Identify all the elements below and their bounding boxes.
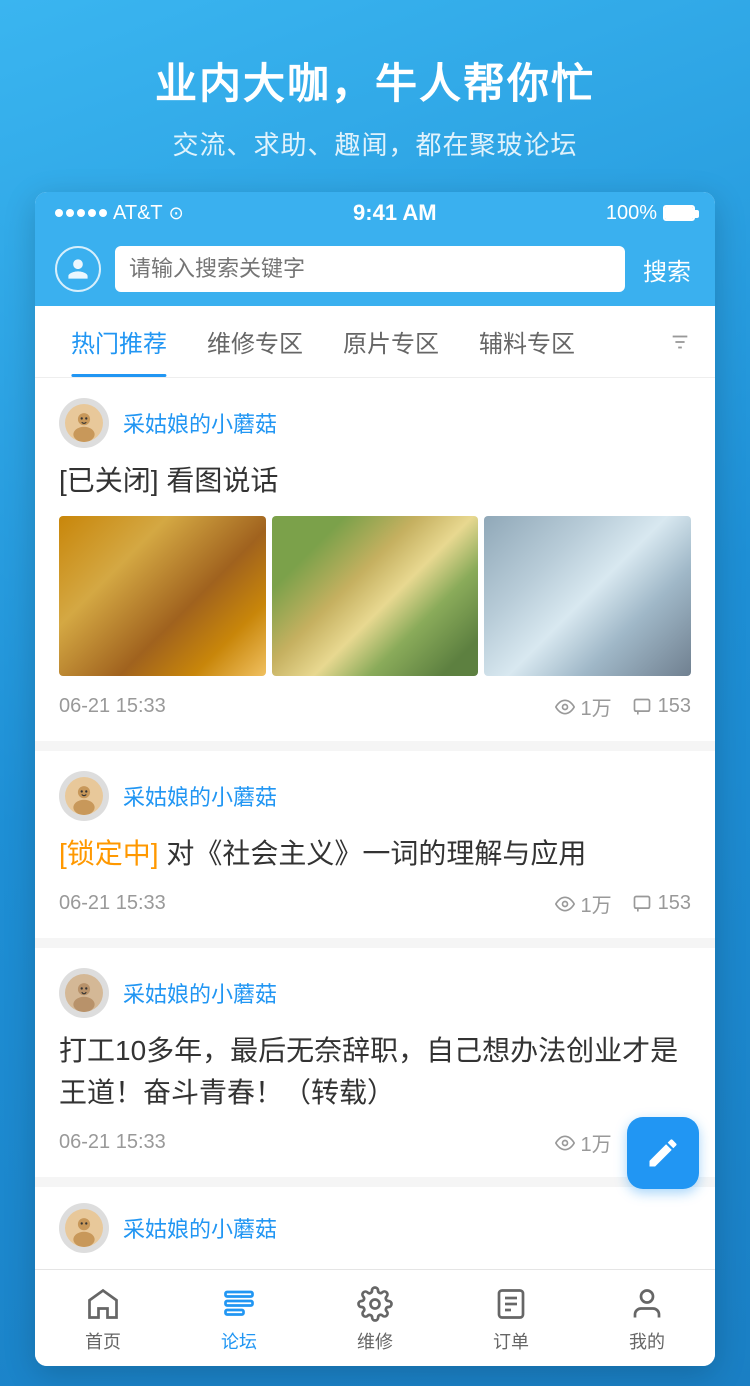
post-title-main-2: 对《社会主义》一词的理解与应用 <box>166 838 586 869</box>
user-icon <box>66 257 90 281</box>
repair-icon <box>357 1286 393 1322</box>
nav-forum[interactable]: 论坛 <box>171 1282 307 1358</box>
post-title-3: 打工10多年，最后无奈辞职，自己想办法创业才是王道！奋斗青春！（转载） <box>59 1030 691 1114</box>
time-label: 9:41 AM <box>353 200 437 226</box>
comment-icon-2 <box>632 894 652 914</box>
content-wrapper: 采姑娘的小蘑菇 [已关闭] 看图说话 06-21 15:33 <box>35 378 715 1269</box>
phone-frame: AT&T ⊙ 9:41 AM 100% 搜索 热门推荐 维修专区 原片专区 辅料… <box>35 192 715 1366</box>
nav-forum-label: 论坛 <box>221 1328 257 1354</box>
category-tabs: 热门推荐 维修专区 原片专区 辅料专区 <box>35 306 715 378</box>
hero-section: 业内大咖，牛人帮你忙 交流、求助、趣闻，都在聚玻论坛 <box>0 0 750 192</box>
tab-original[interactable]: 原片专区 <box>323 306 459 377</box>
search-button[interactable]: 搜索 <box>639 252 695 287</box>
nav-profile-label: 我的 <box>629 1328 665 1354</box>
filter-icon[interactable] <box>661 321 699 363</box>
view-icon-2 <box>555 894 575 914</box>
forum-icon <box>221 1286 257 1322</box>
avatar-4 <box>59 1203 109 1253</box>
views-count-1: 1万 <box>581 692 612 721</box>
nav-repair-label: 维修 <box>357 1328 393 1354</box>
post-footer-1: 06-21 15:33 1万 153 <box>59 692 691 721</box>
nav-profile[interactable]: 我的 <box>579 1282 715 1358</box>
post-list: 采姑娘的小蘑菇 [已关闭] 看图说话 06-21 15:33 <box>35 378 715 1269</box>
avatar-icon-4 <box>65 1209 103 1247</box>
post-card-3[interactable]: 采姑娘的小蘑菇 打工10多年，最后无奈辞职，自己想办法创业才是王道！奋斗青春！（… <box>35 948 715 1177</box>
locked-badge-2: [锁定中] <box>59 838 159 869</box>
status-bar: AT&T ⊙ 9:41 AM 100% <box>35 192 715 234</box>
post-header-1: 采姑娘的小蘑菇 <box>59 398 691 448</box>
user-avatar-button[interactable] <box>55 246 101 292</box>
view-icon-1 <box>555 697 575 717</box>
comments-stat-1: 153 <box>632 695 691 718</box>
comment-icon-1 <box>632 697 652 717</box>
nav-orders[interactable]: 订单 <box>443 1282 579 1358</box>
post-title-main-1: 看图说话 <box>166 465 278 496</box>
tab-hot[interactable]: 热门推荐 <box>51 306 187 377</box>
comments-count-1: 153 <box>658 695 691 718</box>
signal-dots <box>55 209 107 217</box>
post-card-1[interactable]: 采姑娘的小蘑菇 [已关闭] 看图说话 06-21 15:33 <box>35 378 715 741</box>
post-header-2: 采姑娘的小蘑菇 <box>59 771 691 821</box>
post-stats-1: 1万 153 <box>555 692 692 721</box>
battery-label: 100% <box>606 202 657 225</box>
post-time-1: 06-21 15:33 <box>59 695 166 718</box>
avatar-2 <box>59 771 109 821</box>
status-left: AT&T ⊙ <box>55 202 184 225</box>
comments-stat-2: 153 <box>632 892 691 915</box>
battery-icon <box>663 205 695 221</box>
view-icon-3 <box>555 1133 575 1153</box>
hero-subtitle: 交流、求助、趣闻，都在聚玻论坛 <box>40 125 710 162</box>
post-image-1b <box>272 516 479 676</box>
home-icon <box>85 1286 121 1322</box>
closed-badge-1: [已关闭] <box>59 465 159 496</box>
username-4: 采姑娘的小蘑菇 <box>123 1212 277 1244</box>
avatar-icon-3 <box>65 974 103 1012</box>
nav-orders-label: 订单 <box>493 1328 529 1354</box>
post-footer-3: 06-21 15:33 1万 153 <box>59 1128 691 1157</box>
tab-repair[interactable]: 维修专区 <box>187 306 323 377</box>
hero-title: 业内大咖，牛人帮你忙 <box>40 50 710 111</box>
post-stats-2: 1万 153 <box>555 889 692 918</box>
orders-icon <box>493 1286 529 1322</box>
post-time-3: 06-21 15:33 <box>59 1131 166 1154</box>
post-image-1a <box>59 516 266 676</box>
views-stat-3: 1万 <box>555 1128 612 1157</box>
avatar-icon-2 <box>65 777 103 815</box>
post-header-3: 采姑娘的小蘑菇 <box>59 968 691 1018</box>
views-stat-1: 1万 <box>555 692 612 721</box>
post-card-2[interactable]: 采姑娘的小蘑菇 [锁定中] 对《社会主义》一词的理解与应用 06-21 15:3… <box>35 751 715 938</box>
profile-icon <box>629 1286 665 1322</box>
status-right: 100% <box>606 202 695 225</box>
post-image-1c <box>484 516 691 676</box>
wifi-icon: ⊙ <box>169 203 184 224</box>
avatar-icon-1 <box>65 404 103 442</box>
nav-repair[interactable]: 维修 <box>307 1282 443 1358</box>
carrier-label: AT&T <box>113 202 163 225</box>
views-count-3: 1万 <box>581 1128 612 1157</box>
avatar-3 <box>59 968 109 1018</box>
post-images-1 <box>59 516 691 676</box>
edit-icon <box>645 1135 681 1171</box>
post-title-main-3: 打工10多年，最后无奈辞职，自己想办法创业才是王道！奋斗青春！（转载） <box>59 1035 678 1108</box>
avatar-1 <box>59 398 109 448</box>
float-action-button[interactable] <box>627 1117 699 1189</box>
comments-count-2: 153 <box>658 892 691 915</box>
nav-home-label: 首页 <box>85 1328 121 1354</box>
views-count-2: 1万 <box>581 889 612 918</box>
post-title-2: [锁定中] 对《社会主义》一词的理解与应用 <box>59 833 691 875</box>
username-2: 采姑娘的小蘑菇 <box>123 780 277 812</box>
search-bar: 搜索 <box>35 234 715 306</box>
nav-home[interactable]: 首页 <box>35 1282 171 1358</box>
post-title-1: [已关闭] 看图说话 <box>59 460 691 502</box>
post-footer-2: 06-21 15:33 1万 153 <box>59 889 691 918</box>
search-input-wrapper[interactable] <box>115 246 625 292</box>
username-3: 采姑娘的小蘑菇 <box>123 977 277 1009</box>
post-card-4-partial[interactable]: 采姑娘的小蘑菇 <box>35 1187 715 1269</box>
bottom-navigation: 首页 论坛 维修 订单 <box>35 1269 715 1366</box>
views-stat-2: 1万 <box>555 889 612 918</box>
tab-material[interactable]: 辅料专区 <box>459 306 595 377</box>
search-input[interactable] <box>129 256 611 282</box>
post-time-2: 06-21 15:33 <box>59 892 166 915</box>
username-1: 采姑娘的小蘑菇 <box>123 407 277 439</box>
